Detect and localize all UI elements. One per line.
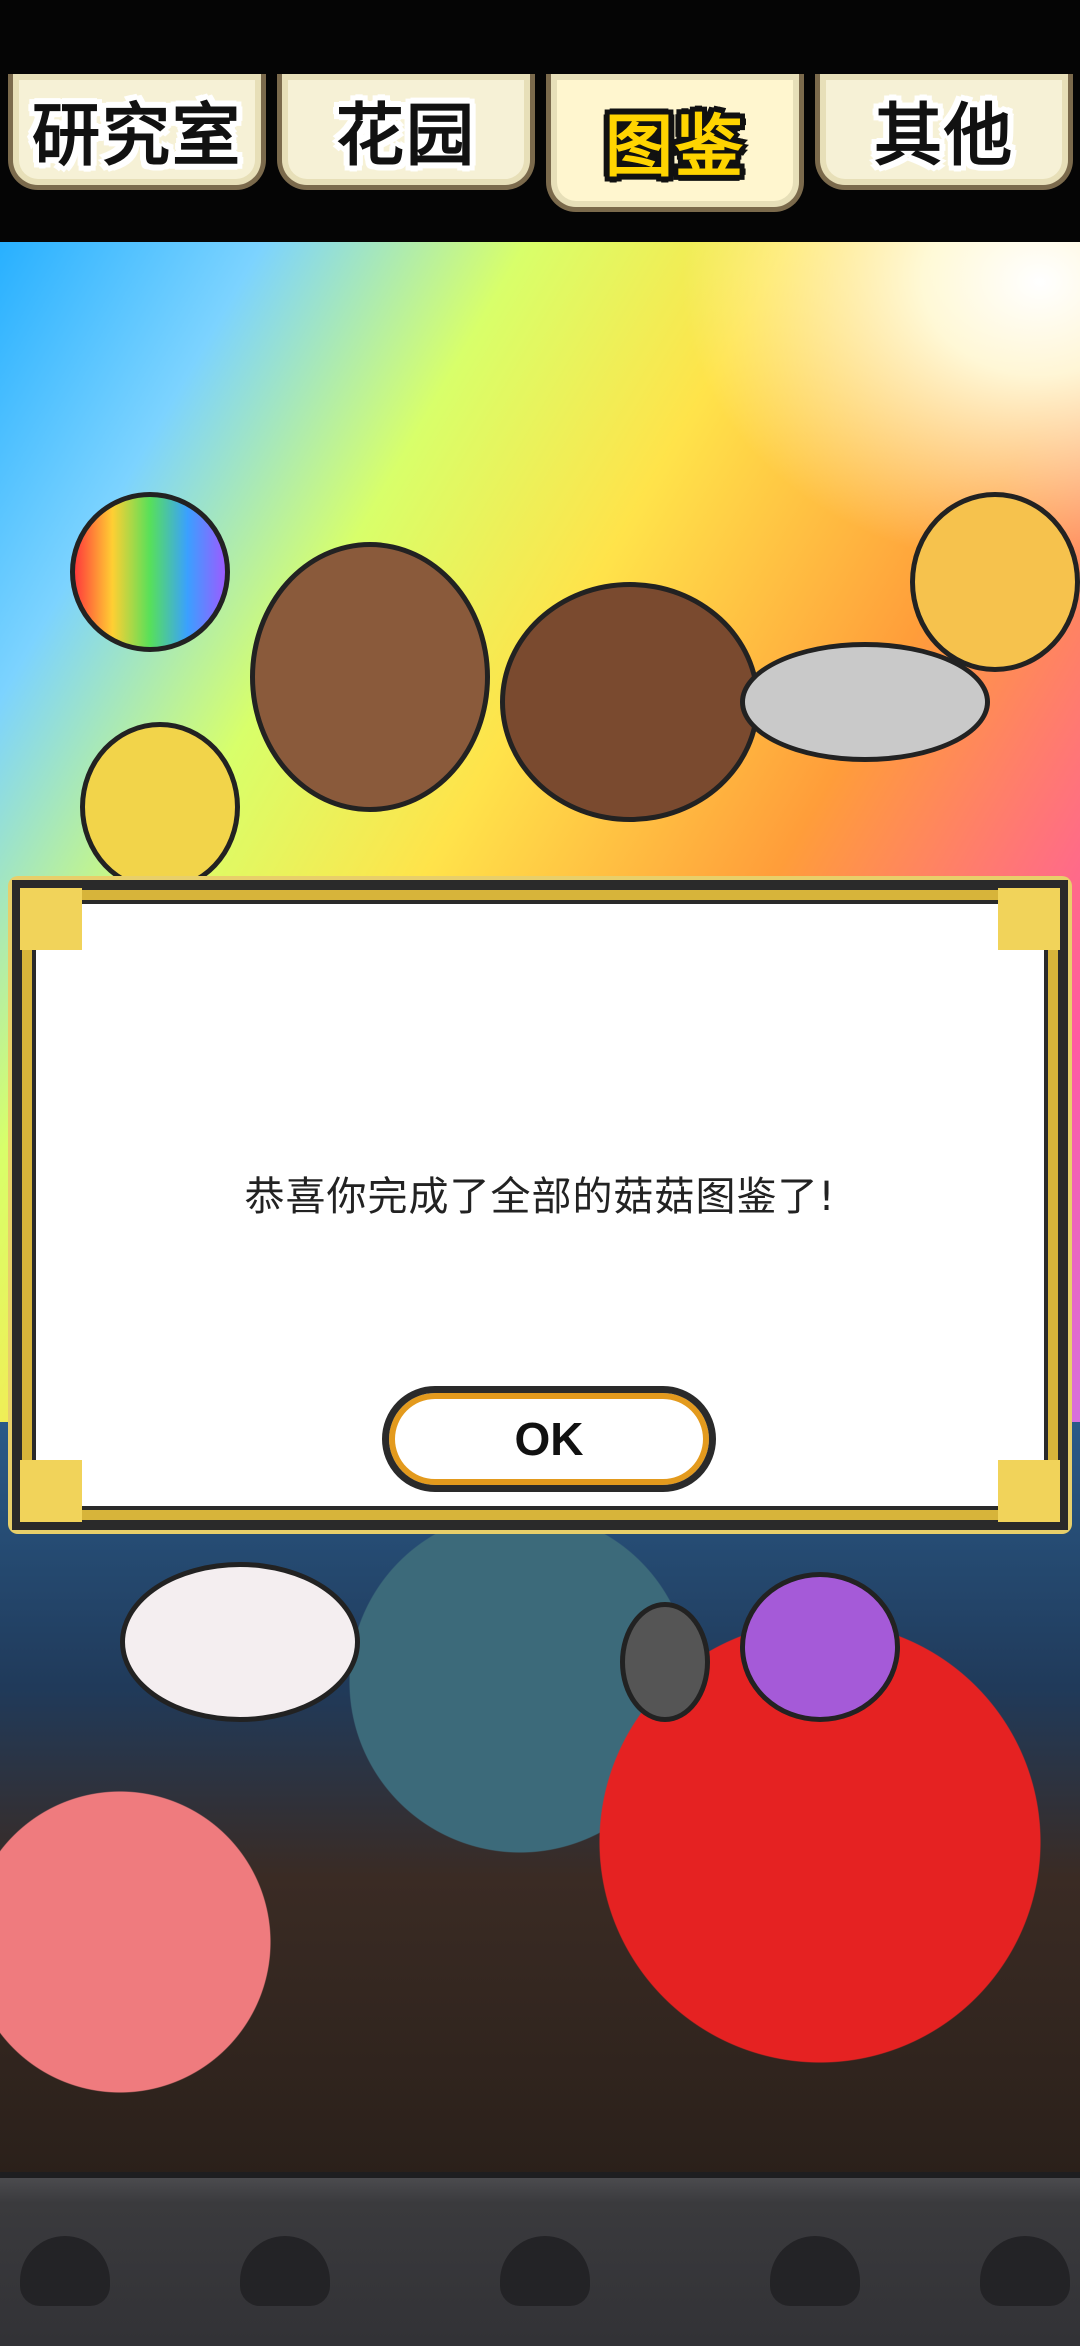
dialog-corner-ornament xyxy=(12,880,82,950)
tab-garden[interactable]: 花园 xyxy=(277,74,535,190)
rainbow-mushroom-character xyxy=(70,492,230,652)
tab-encyclopedia-label: 图鉴 xyxy=(604,108,745,187)
bottom-decorative-border xyxy=(0,2172,1080,2346)
lower-scene xyxy=(0,1422,1080,2174)
mushroom-basket-character xyxy=(500,582,760,822)
tab-other-label: 其他 xyxy=(873,97,1014,176)
sumo-mushroom-character xyxy=(250,542,490,812)
anemone-character xyxy=(740,1572,900,1722)
jellyfish-motif-icon xyxy=(980,2236,1070,2306)
dialog-message: 恭喜你完成了全部的菇菇图鉴了! xyxy=(244,1174,836,1220)
tab-lab-label: 研究室 xyxy=(31,97,242,176)
jellyfish-motif-icon xyxy=(770,2236,860,2306)
dialog-corner-ornament xyxy=(12,1460,82,1530)
dialog-corner-ornament xyxy=(998,1460,1068,1530)
dialog-corner-ornament xyxy=(998,880,1068,950)
winged-mushroom-character xyxy=(910,492,1080,672)
pale-ghost-character xyxy=(120,1562,360,1722)
tab-lab[interactable]: 研究室 xyxy=(8,74,266,190)
jellyfish-motif-icon xyxy=(20,2236,110,2306)
top-tab-bar: 研究室 花园 图鉴 其他 xyxy=(0,0,1080,242)
jellyfish-motif-icon xyxy=(240,2236,330,2306)
tab-encyclopedia[interactable]: 图鉴 xyxy=(546,74,804,212)
tab-other[interactable]: 其他 xyxy=(815,74,1073,190)
penguin-character xyxy=(620,1602,710,1722)
completion-dialog: 恭喜你完成了全部的菇菇图鉴了! OK xyxy=(12,880,1068,1530)
ok-button[interactable]: OK xyxy=(382,1386,716,1492)
jellyfish-motif-icon xyxy=(500,2236,590,2306)
tab-garden-label: 花园 xyxy=(335,97,476,176)
banana-mushroom-character xyxy=(80,722,240,892)
